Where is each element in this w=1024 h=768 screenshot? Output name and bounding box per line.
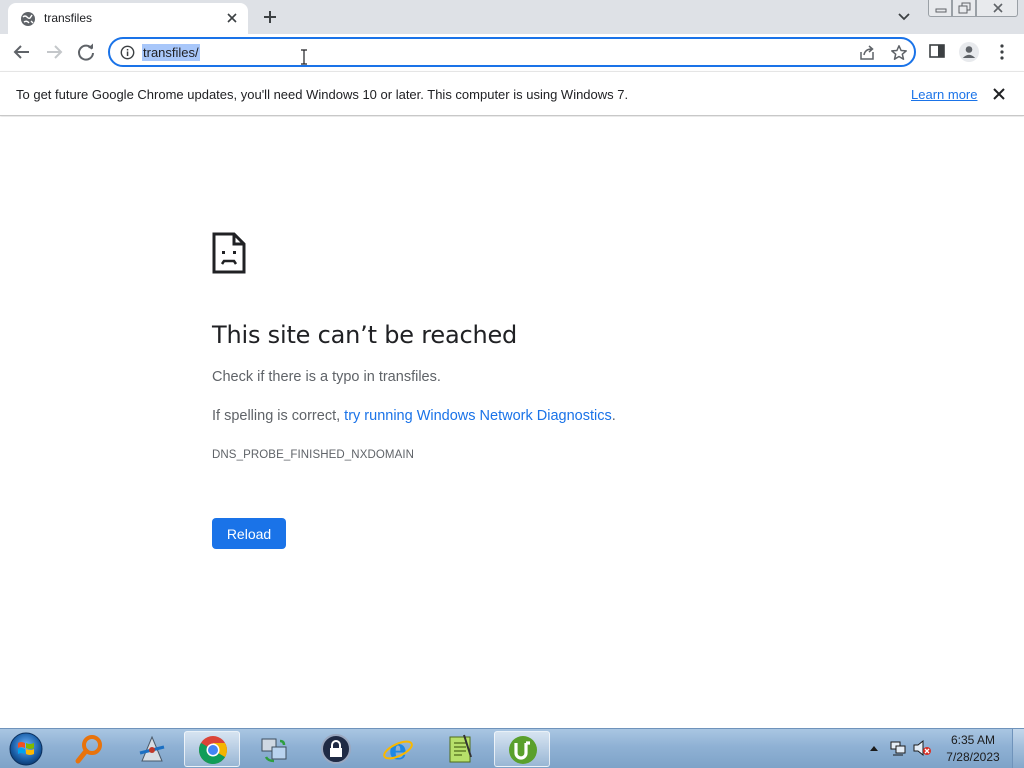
reload-button[interactable]: Reload: [212, 518, 286, 549]
diagnostics-suffix: .: [611, 408, 616, 424]
taskbar-utorrent[interactable]: [494, 731, 550, 767]
info-icon[interactable]: [120, 45, 135, 60]
chevron-down-icon[interactable]: [894, 8, 914, 26]
back-arrow-icon[interactable]: [11, 41, 33, 63]
taskbar-search-app[interactable]: [62, 731, 118, 767]
network-tool-icon: [139, 735, 165, 762]
taskbar-notepad[interactable]: [432, 731, 488, 767]
taskbar-file-transfer[interactable]: [246, 731, 302, 767]
error-suggestion-typo: Check if there is a typo in transfiles.: [212, 369, 441, 385]
utorrent-icon: [509, 736, 537, 764]
learn-more-link[interactable]: Learn more: [911, 87, 977, 102]
lock-app-icon: [321, 734, 351, 764]
show-desktop-button[interactable]: [1012, 729, 1024, 768]
globe-icon: [21, 12, 35, 26]
profile-avatar-icon[interactable]: [958, 41, 980, 63]
taskbar-network-tool[interactable]: [124, 731, 180, 767]
browser-toolbar: transfiles/: [0, 34, 1024, 71]
reload-icon[interactable]: [75, 41, 97, 63]
close-window-button[interactable]: [976, 0, 1018, 17]
error-code: DNS_PROBE_FINISHED_NXDOMAIN: [212, 449, 415, 461]
file-transfer-icon: [261, 738, 287, 763]
minimize-icon: [935, 8, 947, 13]
tab-strip: transfiles: [0, 0, 1024, 34]
windows-taskbar: e 6:35 AM 7/28/2023: [0, 728, 1024, 768]
sad-document-icon: [212, 232, 246, 274]
clock-date[interactable]: 7/28/2023: [944, 750, 1002, 764]
text-cursor-icon: [301, 49, 307, 65]
chrome-icon: [199, 736, 227, 764]
forward-arrow-icon[interactable]: [43, 41, 65, 63]
network-diagnostics-link[interactable]: try running Windows Network Diagnostics: [344, 408, 612, 424]
page-content: This site can’t be reached Check if ther…: [0, 117, 1024, 728]
search-app-icon: [75, 735, 102, 764]
close-tab-icon[interactable]: [224, 10, 240, 26]
internet-explorer-icon: e: [383, 733, 413, 765]
diagnostics-prefix: If spelling is correct,: [212, 408, 345, 424]
volume-muted-icon[interactable]: [912, 739, 932, 757]
infobar-message: To get future Google Chrome updates, you…: [16, 87, 629, 102]
tab-transfiles[interactable]: transfiles: [8, 3, 248, 34]
url-text[interactable]: transfiles/: [142, 44, 200, 61]
clock-time[interactable]: 6:35 AM: [944, 733, 1002, 747]
close-icon: [993, 3, 1003, 13]
kebab-menu-icon[interactable]: [996, 42, 1008, 62]
svg-text:e: e: [389, 733, 407, 765]
taskbar-internet-explorer[interactable]: e: [370, 731, 426, 767]
taskbar-lock-app[interactable]: [308, 731, 364, 767]
update-infobar: To get future Google Chrome updates, you…: [0, 71, 1024, 116]
address-bar[interactable]: transfiles/: [108, 37, 916, 67]
network-status-icon[interactable]: [889, 739, 907, 757]
side-panel-icon[interactable]: [928, 42, 946, 60]
minimize-button[interactable]: [928, 0, 952, 17]
taskbar-chrome[interactable]: [184, 731, 240, 767]
restore-icon: [958, 2, 971, 14]
tab-title: transfiles: [44, 11, 93, 25]
new-tab-icon[interactable]: [258, 6, 282, 28]
bookmark-star-icon[interactable]: [890, 44, 908, 62]
error-suggestion-diagnostics: If spelling is correct, try running Wind…: [212, 408, 616, 424]
show-hidden-icons-icon[interactable]: [869, 744, 879, 752]
share-icon[interactable]: [858, 44, 876, 62]
restore-button[interactable]: [952, 0, 976, 17]
close-icon[interactable]: [992, 87, 1006, 101]
notepad-icon: [449, 734, 472, 763]
error-title: This site can’t be reached: [212, 321, 518, 349]
windows-start-icon[interactable]: [4, 731, 48, 767]
